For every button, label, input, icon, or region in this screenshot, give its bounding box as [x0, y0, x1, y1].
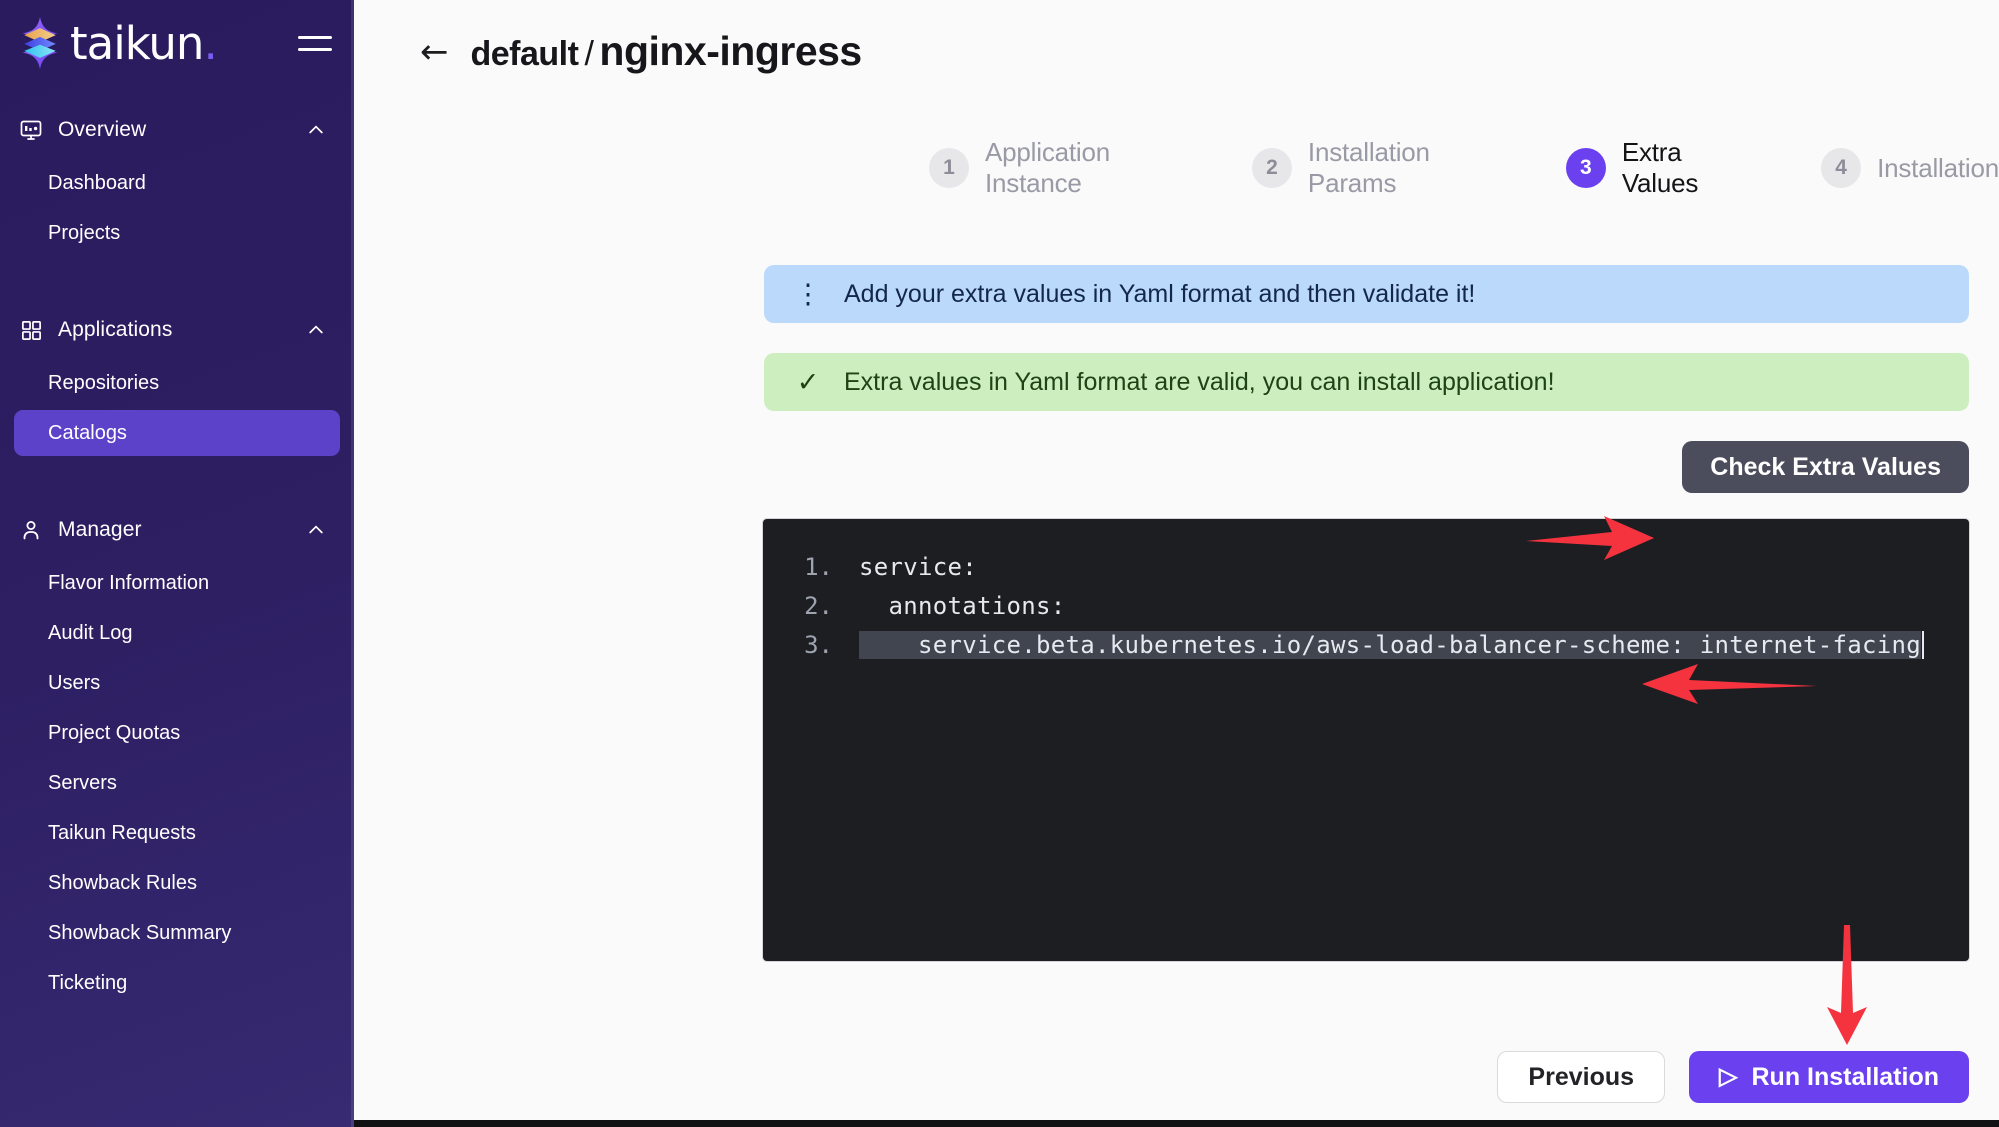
sidebar-group-label: Applications — [58, 318, 172, 342]
play-triangle-icon: ▷ — [1719, 1065, 1737, 1089]
line-number: 1. — [763, 553, 859, 581]
chevron-up-icon[interactable] — [306, 520, 326, 540]
step-label: Extra Values — [1622, 137, 1723, 199]
sidebar-item-label: Servers — [48, 772, 117, 795]
sidebar-spacer — [0, 260, 354, 286]
sidebar-item-label: Repositories — [48, 372, 159, 395]
dashboard-monitor-icon — [18, 117, 44, 143]
sidebar-item-ticketing[interactable]: Ticketing — [14, 960, 340, 1006]
sidebar-group-label: Overview — [58, 118, 146, 142]
check-extra-values-button[interactable]: Check Extra Values — [1682, 441, 1969, 493]
sidebar-item-users[interactable]: Users — [14, 660, 340, 706]
breadcrumb-namespace: default — [471, 35, 579, 74]
code-line: 1. service: — [763, 553, 1969, 592]
step-number: 3 — [1566, 148, 1606, 188]
step-installation[interactable]: 4 Installation — [1821, 148, 1999, 188]
sidebar-item-label: Flavor Information — [48, 572, 209, 595]
code-text[interactable]: service: — [859, 553, 977, 581]
sidebar-group-applications: Applications Repositories Catalogs — [0, 304, 354, 456]
breadcrumb-app-name: nginx-ingress — [599, 28, 861, 75]
sidebar-item-label: Audit Log — [48, 622, 133, 645]
taikun-stack-logo-icon — [12, 15, 68, 71]
sidebar-item-label: Dashboard — [48, 172, 146, 195]
sidebar-group-manager: Manager Flavor Information Audit Log Use… — [0, 504, 354, 1006]
sidebar-item-showback-rules[interactable]: Showback Rules — [14, 860, 340, 906]
main-content: ← default / nginx-ingress 1 Application … — [354, 0, 1999, 1127]
page-header: ← default / nginx-ingress — [354, 0, 1999, 75]
run-installation-button[interactable]: ▷ Run Installation — [1689, 1051, 1969, 1103]
line-number: 3. — [763, 631, 859, 659]
sidebar-item-label: Project Quotas — [48, 722, 180, 745]
step-number: 4 — [1821, 148, 1861, 188]
step-number: 2 — [1252, 148, 1292, 188]
sidebar-item-label: Catalogs — [48, 422, 127, 445]
line-number: 2. — [763, 592, 859, 620]
sidebar-item-showback-summary[interactable]: Showback Summary — [14, 910, 340, 956]
success-banner-text: Extra values in Yaml format are valid, y… — [844, 368, 1555, 397]
yaml-editor[interactable]: 1. service: 2. annotations: 3. service.b… — [763, 519, 1969, 961]
breadcrumb-separator: / — [584, 35, 593, 74]
alerts-region: ⋮ Add your extra values in Yaml format a… — [354, 265, 1999, 411]
sidebar-group-header-overview[interactable]: Overview — [0, 104, 354, 156]
wizard-footer: Previous ▷ Run Installation — [1497, 1051, 1969, 1103]
sidebar-item-label: Projects — [48, 222, 120, 245]
sidebar-item-repositories[interactable]: Repositories — [14, 360, 340, 406]
yaml-editor-wrapper: 1. service: 2. annotations: 3. service.b… — [354, 519, 1999, 961]
step-label: Installation — [1877, 153, 1999, 184]
sidebar-item-dashboard[interactable]: Dashboard — [14, 160, 340, 206]
sidebar-item-label: Showback Summary — [48, 922, 231, 945]
success-banner: ✓ Extra values in Yaml format are valid,… — [764, 353, 1969, 411]
brand-dot: . — [203, 17, 216, 70]
sidebar-item-projects[interactable]: Projects — [14, 210, 340, 256]
sidebar-spacer — [0, 460, 354, 486]
chevron-up-icon[interactable] — [306, 320, 326, 340]
previous-button[interactable]: Previous — [1497, 1051, 1665, 1103]
info-banner-text: Add your extra values in Yaml format and… — [844, 280, 1475, 309]
sidebar-item-flavor-information[interactable]: Flavor Information — [14, 560, 340, 606]
sidebar: taikun. Overview — [0, 0, 354, 1127]
step-label: Application Instance — [985, 137, 1154, 199]
step-installation-params[interactable]: 2 Installation Params — [1252, 137, 1468, 199]
sidebar-group-overview: Overview Dashboard Projects — [0, 104, 354, 256]
code-text-selected[interactable]: service.beta.kubernetes.io/aws-load-bala… — [859, 631, 1921, 659]
info-banner: ⋮ Add your extra values in Yaml format a… — [764, 265, 1969, 323]
step-number: 1 — [929, 148, 969, 188]
grid-squares-icon — [18, 317, 44, 343]
chevron-up-icon[interactable] — [306, 120, 326, 140]
sidebar-item-catalogs[interactable]: Catalogs — [14, 410, 340, 456]
sidebar-item-servers[interactable]: Servers — [14, 760, 340, 806]
code-line: 2. annotations: — [763, 592, 1969, 631]
sidebar-item-project-quotas[interactable]: Project Quotas — [14, 710, 340, 756]
sidebar-item-label: Ticketing — [48, 972, 127, 995]
user-person-icon — [18, 517, 44, 543]
check-extra-values-row: Check Extra Values — [354, 441, 1999, 493]
sidebar-item-label: Taikun Requests — [48, 822, 196, 845]
run-installation-label: Run Installation — [1752, 1063, 1940, 1092]
step-application-instance[interactable]: 1 Application Instance — [929, 137, 1154, 199]
brand-name: taikun. — [70, 21, 217, 66]
hamburger-icon[interactable] — [298, 30, 332, 56]
sidebar-group-header-applications[interactable]: Applications — [0, 304, 354, 356]
sidebar-group-header-manager[interactable]: Manager — [0, 504, 354, 556]
back-arrow-icon[interactable]: ← — [420, 35, 449, 69]
sidebar-item-taikun-requests[interactable]: Taikun Requests — [14, 810, 340, 856]
code-line: 3. service.beta.kubernetes.io/aws-load-b… — [763, 631, 1969, 670]
step-label: Installation Params — [1308, 137, 1468, 199]
brand-row: taikun. — [0, 0, 354, 86]
code-text[interactable]: annotations: — [859, 592, 1066, 620]
installation-stepper: 1 Application Instance 2 Installation Pa… — [354, 137, 1999, 199]
sidebar-item-label: Users — [48, 672, 100, 695]
sidebar-item-label: Showback Rules — [48, 872, 197, 895]
text-caret — [1922, 631, 1924, 659]
sidebar-group-label: Manager — [58, 518, 142, 542]
breadcrumb: default / nginx-ingress — [471, 28, 862, 75]
info-icon: ⋮ — [794, 281, 822, 308]
sidebar-item-audit-log[interactable]: Audit Log — [14, 610, 340, 656]
bottom-rule — [354, 1120, 1999, 1127]
check-icon: ✓ — [794, 369, 822, 396]
app-root: taikun. Overview — [0, 0, 1999, 1127]
step-extra-values[interactable]: 3 Extra Values — [1566, 137, 1723, 199]
